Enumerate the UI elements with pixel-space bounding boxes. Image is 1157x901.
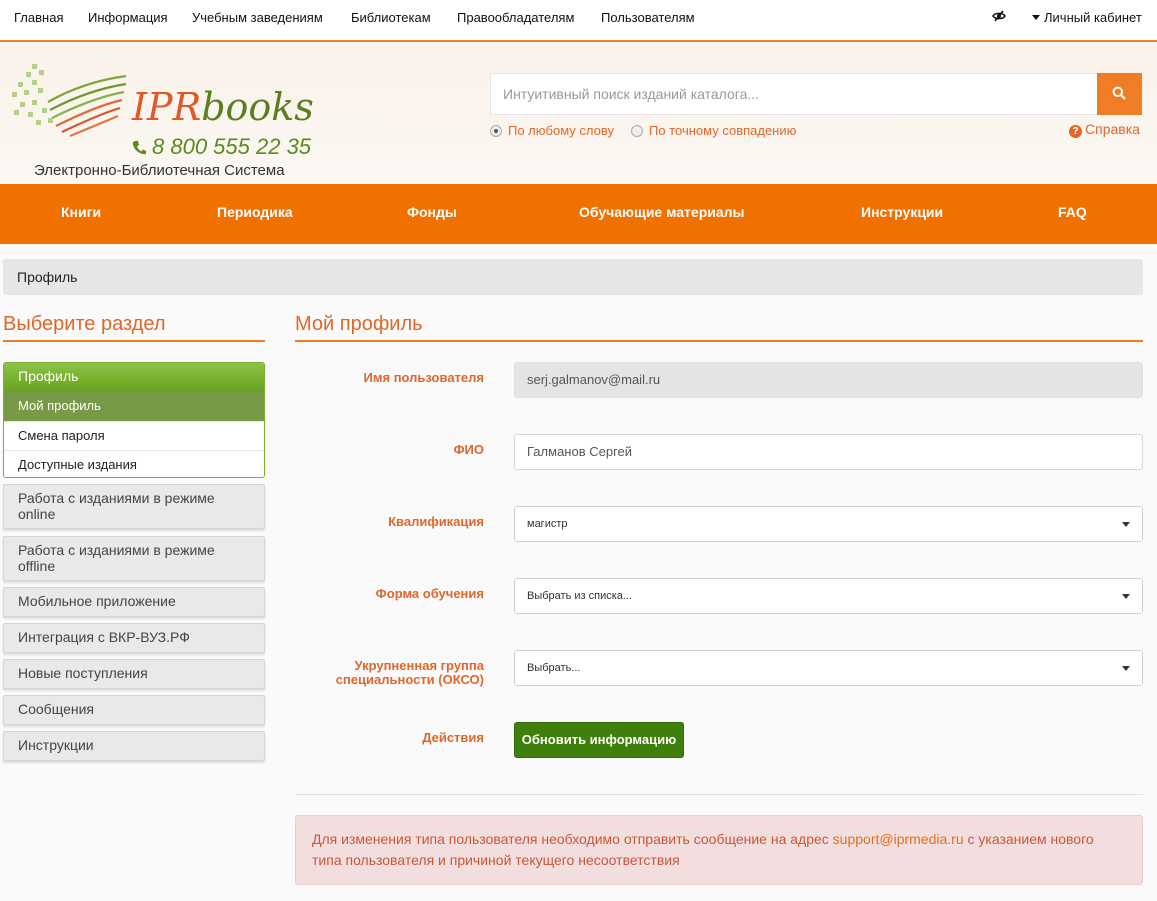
logo-swoosh-icon: [12, 64, 127, 138]
logo-brand-books: books: [201, 85, 314, 129]
study-form-select[interactable]: Выбрать из списка...: [514, 578, 1143, 614]
user-type-alert: Для изменения типа пользователя необходи…: [295, 815, 1143, 885]
site-header: IPRbooks 8 800 555 22 35 Электронно-Библ…: [0, 44, 1157, 184]
username-field: serj.galmanov@mail.ru: [514, 362, 1143, 398]
caret-down-icon: [1122, 594, 1130, 599]
menu-funds[interactable]: Фонды: [407, 204, 457, 220]
sidebar-title: Выберите раздел: [3, 313, 166, 335]
caret-down-icon: [1122, 522, 1130, 527]
alert-text-before: Для изменения типа пользователя необходи…: [312, 831, 833, 847]
nav-users[interactable]: Пользователям: [601, 10, 695, 25]
nav-institutions[interactable]: Учебным заведениям: [192, 10, 323, 25]
okso-value: Выбрать...: [527, 662, 581, 674]
update-info-button[interactable]: Обновить информацию: [514, 722, 684, 758]
phone-icon: [132, 141, 146, 155]
search-button[interactable]: [1097, 73, 1142, 115]
eye-slash-icon[interactable]: [992, 9, 1006, 23]
qualification-select[interactable]: магистр: [514, 506, 1143, 542]
qualification-label: Квалификация: [388, 514, 484, 529]
search-option-exact-label: По точному совпадению: [649, 123, 797, 138]
support-email-link[interactable]: support@iprmedia.ru: [833, 831, 964, 847]
okso-select[interactable]: Выбрать...: [514, 650, 1143, 686]
okso-label-line-2: специальности (ОКСО): [335, 672, 484, 687]
nav-rightholders[interactable]: Правообладателям: [457, 10, 574, 25]
logo-brand-text: IPRbooks: [132, 88, 314, 126]
search-option-any-label: По любому слову: [508, 123, 614, 138]
search-icon: [1112, 86, 1126, 100]
menu-instructions[interactable]: Инструкции: [861, 204, 943, 220]
sidebar-item-vkr-integration[interactable]: Интеграция с ВКР-ВУЗ.РФ: [3, 623, 265, 653]
fio-field[interactable]: Галманов Сергей: [514, 434, 1143, 470]
menu-learning-materials[interactable]: Обучающие материалы: [579, 204, 745, 220]
top-navigation: Главная Информация Учебным заведениям Би…: [0, 0, 1157, 42]
iprbooks-logo[interactable]: IPRbooks 8 800 555 22 35 Электронно-Библ…: [8, 62, 314, 179]
personal-cabinet-dropdown[interactable]: Личный кабинет: [1032, 10, 1142, 25]
search-option-exact[interactable]: По точному совпадению: [631, 123, 796, 138]
sidebar-item-mobile-app[interactable]: Мобильное приложение: [3, 587, 265, 617]
study-form-label: Форма обучения: [375, 586, 484, 601]
help-link[interactable]: ? Справка: [1069, 121, 1140, 138]
caret-down-icon: [1032, 15, 1040, 21]
question-circle-icon: ?: [1069, 125, 1082, 138]
sidebar-group-profile: Профиль Мой профиль Смена пароля Доступн…: [3, 362, 265, 478]
sidebar-item-change-password[interactable]: Смена пароля: [4, 421, 264, 450]
breadcrumb: Профиль: [3, 259, 1143, 295]
radio-empty-icon: [631, 125, 643, 137]
sidebar-title-underline: [3, 340, 265, 342]
sidebar-item-offline[interactable]: Работа с изданиями в режиме offline: [3, 536, 265, 581]
sidebar-item-online[interactable]: Работа с изданиями в режиме online: [3, 484, 265, 529]
nav-info[interactable]: Информация: [88, 10, 168, 25]
main-menu: Книги Периодика Фонды Обучающие материал…: [0, 184, 1157, 244]
sidebar-group-head[interactable]: Профиль: [4, 363, 264, 392]
logo-brand-ipr: IPR: [132, 85, 202, 129]
sidebar-item-messages[interactable]: Сообщения: [3, 695, 265, 725]
form-divider: [295, 794, 1143, 795]
fio-label: ФИО: [453, 442, 484, 457]
logo-phone-number: 8 800 555 22 35: [152, 134, 312, 159]
search-input[interactable]: Интуитивный поиск изданий каталога...: [490, 73, 1097, 115]
actions-label: Действия: [422, 730, 484, 745]
search-option-any[interactable]: По любому слову: [490, 123, 614, 138]
sidebar-item-my-profile[interactable]: Мой профиль: [4, 392, 264, 421]
cabinet-label: Личный кабинет: [1044, 10, 1142, 25]
nav-home[interactable]: Главная: [14, 10, 63, 25]
sidebar-item-available-editions[interactable]: Доступные издания: [4, 450, 264, 477]
radio-selected-icon: [490, 125, 502, 137]
page-title: Мой профиль: [295, 313, 423, 335]
menu-periodicals[interactable]: Периодика: [217, 204, 293, 220]
study-form-value: Выбрать из списка...: [527, 590, 633, 602]
menu-books[interactable]: Книги: [61, 204, 101, 220]
logo-subtitle: Электронно-Библиотечная Система: [34, 162, 285, 179]
username-label: Имя пользователя: [363, 370, 484, 385]
logo-phone: 8 800 555 22 35: [132, 134, 311, 160]
page-title-underline: [295, 340, 1143, 342]
help-label: Справка: [1085, 121, 1140, 137]
sidebar-item-instructions[interactable]: Инструкции: [3, 731, 265, 761]
okso-label-line-1: Укрупненная группа: [354, 658, 484, 673]
menu-faq[interactable]: FAQ: [1058, 204, 1087, 220]
okso-label: Укрупненная группа специальности (ОКСО): [294, 659, 484, 687]
qualification-value: магистр: [527, 518, 568, 530]
nav-libraries[interactable]: Библиотекам: [351, 10, 431, 25]
caret-down-icon: [1122, 666, 1130, 671]
sidebar-item-new-arrivals[interactable]: Новые поступления: [3, 659, 265, 689]
